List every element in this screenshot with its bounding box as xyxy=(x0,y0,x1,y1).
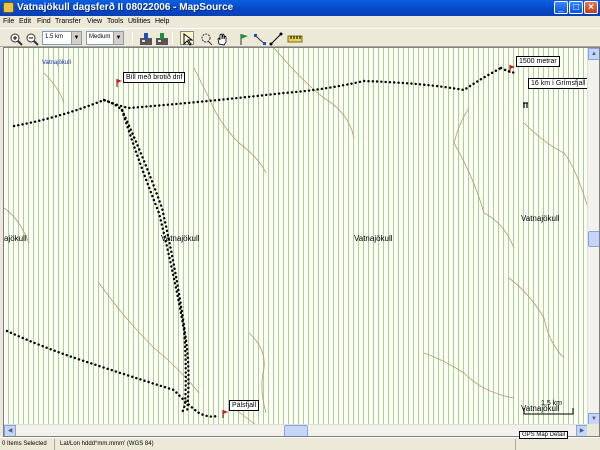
toolbar-separator xyxy=(172,32,173,44)
scale-select-value: 1.5 km xyxy=(45,34,64,40)
zoom-out-icon[interactable] xyxy=(24,31,39,46)
status-divider xyxy=(515,439,516,450)
map-label-vatnajokull: Vatnajökull xyxy=(521,214,560,223)
ruler-icon[interactable] xyxy=(286,31,303,45)
maximize-button[interactable]: □ xyxy=(569,1,583,14)
coordinate-format: Lat/Lon hddd°mm.mmm' (WGS 84) xyxy=(60,441,154,447)
menu-help[interactable]: Help xyxy=(155,18,169,25)
send-to-device-icon[interactable] xyxy=(154,31,168,45)
summit-symbol xyxy=(523,102,528,108)
waypoint-flag-icon[interactable] xyxy=(116,79,122,87)
zoom-in-icon[interactable] xyxy=(8,31,23,46)
map-label-vatnajokull: Vatnajökull xyxy=(161,234,200,243)
zoom-tool-icon[interactable] xyxy=(198,31,213,46)
map-label-vatnajokull: Vatnajökull xyxy=(354,234,393,243)
toolbar: 1.5 km ▼ Medium ▼ xyxy=(0,28,600,47)
menu-file[interactable]: File xyxy=(3,18,14,25)
horizontal-scroll-thumb[interactable] xyxy=(284,425,308,436)
waypoint-label[interactable]: 16 km í Grímsfjall xyxy=(528,78,588,89)
map-view[interactable]: Vatnajökull Vatnajökull Vatnajökull Vatn… xyxy=(3,47,600,437)
title-bar[interactable]: Vatnajökull dagsferð II 08022006 - MapSo… xyxy=(0,0,600,16)
waypoint-tool-icon[interactable] xyxy=(236,31,250,45)
hand-pan-icon[interactable] xyxy=(214,31,228,46)
menu-view[interactable]: View xyxy=(87,18,102,25)
minimize-button[interactable]: _ xyxy=(554,1,568,14)
receive-from-device-icon[interactable] xyxy=(138,31,152,45)
status-bar: 0 Items Selected Lat/Lon hddd°mm.mmm' (W… xyxy=(0,431,600,450)
detail-select-value: Medium xyxy=(89,34,111,40)
chevron-down-icon[interactable]: ▼ xyxy=(71,32,81,44)
waypoint-flag-icon[interactable] xyxy=(509,65,515,73)
window-title: Vatnajökull dagsferð II 08022006 - MapSo… xyxy=(17,2,234,13)
horizontal-scrollbar[interactable]: ◀ ▶ xyxy=(4,424,588,436)
app-icon xyxy=(3,2,14,13)
scroll-left-button[interactable]: ◀ xyxy=(4,425,16,436)
chevron-down-icon[interactable]: ▼ xyxy=(113,32,123,44)
status-divider xyxy=(54,439,55,450)
detail-select[interactable]: Medium ▼ xyxy=(86,31,124,45)
waypoint-label[interactable]: 1500 metrar xyxy=(516,56,560,67)
scale-select[interactable]: 1.5 km ▼ xyxy=(42,31,82,45)
map-detail-label: GPS Map Detail xyxy=(519,431,569,439)
distance-tool-icon[interactable] xyxy=(268,31,283,46)
map-label-vatnajokull-small: Vatnajökull xyxy=(42,60,71,66)
menu-tools[interactable]: Tools xyxy=(107,18,123,25)
menu-transfer[interactable]: Transfer xyxy=(55,18,81,25)
waypoint-label[interactable]: Pálsfjall xyxy=(229,400,260,411)
menu-find[interactable]: Find xyxy=(37,18,51,25)
gps-track xyxy=(5,66,518,418)
waypoint-label[interactable]: Bíll með brotið drif xyxy=(123,72,186,83)
select-tool-icon[interactable] xyxy=(180,31,194,46)
corner-grip xyxy=(587,424,599,436)
scroll-up-button[interactable]: ▲ xyxy=(588,48,599,60)
route-tool-icon[interactable] xyxy=(252,31,266,45)
scale-bar-label: 1.5 km xyxy=(541,400,563,407)
mapsource-window: Vatnajökull dagsferð II 08022006 - MapSo… xyxy=(0,0,600,450)
close-button[interactable]: × xyxy=(584,1,598,14)
map-scale-bar: 1.5 km xyxy=(523,400,583,418)
map-canvas[interactable]: Vatnajökull Vatnajökull Vatnajökull Vatn… xyxy=(4,48,588,425)
map-graphics xyxy=(4,48,588,425)
map-label-vatnajokull-cut: ajökull xyxy=(4,234,27,243)
menu-utilities[interactable]: Utilities xyxy=(128,18,151,25)
menu-bar: File Edit Find Transfer View Tools Utili… xyxy=(0,16,600,28)
vertical-scrollbar[interactable]: ▲ ▼ xyxy=(587,48,599,425)
menu-edit[interactable]: Edit xyxy=(19,18,31,25)
waypoint-flag-icon[interactable] xyxy=(222,410,228,418)
toolbar-separator xyxy=(132,32,133,44)
vertical-scroll-thumb[interactable] xyxy=(588,231,599,247)
selection-status: 0 Items Selected xyxy=(2,441,47,447)
